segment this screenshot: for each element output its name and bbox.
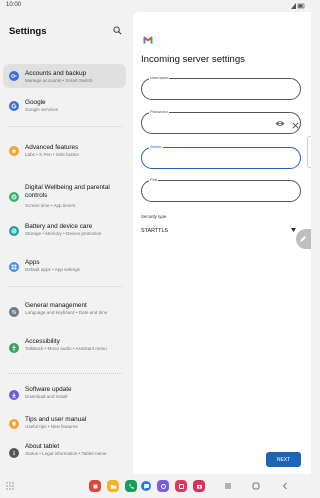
phone-icon[interactable] [125,480,137,492]
settings-item-accessibility[interactable]: Accessibility TalkBack • Mono audio • As… [3,334,126,364]
edge-panel-handle[interactable] [307,136,311,168]
pink-app-icon[interactable] [175,480,187,492]
settings-item-digital-wellbeing[interactable]: Digital Wellbeing and parental controls … [3,183,126,213]
port-label: Port [149,177,159,182]
recents-icon[interactable] [224,482,232,490]
settings-item-title: Accessibility [25,338,60,345]
divider [9,286,122,287]
incoming-server-panel: Incoming server settings Username Passwo… [133,12,311,474]
settings-item-title: Advanced features [25,144,79,151]
settings-item-subtitle: Screen time • App timers [25,203,76,208]
settings-item-about-tablet[interactable]: About tablet Status • Legal information … [3,442,126,470]
settings-item-title: Tips and user manual [25,416,87,423]
pencil-icon [300,236,306,242]
security-type-label: Security type [141,214,167,219]
settings-item-subtitle: Manage accounts • Smart Switch [25,78,93,83]
settings-item-subtitle: Language and keyboard • Date and time [25,310,108,315]
edit-button[interactable] [296,229,311,249]
settings-item-subtitle: Useful tips • New features [25,424,78,429]
settings-item-title: Google [25,99,46,106]
settings-pane: Settings Accounts and backup Manage acco… [0,12,133,474]
apps-grid-icon[interactable] [6,482,14,490]
settings-item-apps[interactable]: Apps Default apps • App settings [3,258,126,280]
security-type-select[interactable]: STARTTLS [141,228,168,234]
settings-item-title: Accounts and backup [25,70,87,77]
software-update-icon [9,390,19,400]
divider [9,373,122,374]
status-bar: 10:00 [0,0,311,12]
lightbulb-icon [9,419,19,429]
settings-item-title: Software update [25,386,72,393]
status-time: 10:00 [6,2,22,8]
settings-item-subtitle: Download and install [25,394,68,399]
settings-item-software-update[interactable]: Software update Download and install [3,385,126,407]
accessibility-icon [9,343,19,353]
server-label: Server [149,144,163,149]
signal-battery-icon [291,3,305,9]
settings-item-title: Digital Wellbeing and parental controls [25,184,110,199]
settings-item-title: Battery and device care [25,223,93,230]
settings-item-accounts-backup[interactable]: Accounts and backup Manage accounts • Sm… [3,64,126,88]
settings-item-google[interactable]: Google Google services [3,94,126,116]
home-icon[interactable] [252,482,260,490]
settings-item-title: About tablet [25,443,60,450]
star-plus-icon [9,146,19,156]
messages-icon[interactable] [141,481,151,491]
sliders-icon [9,307,19,317]
username-field[interactable]: Username [141,75,301,100]
divider [9,126,122,127]
settings-item-tips-manual[interactable]: Tips and user manual Useful tips • New f… [3,415,126,437]
apps-grid-icon [9,262,19,272]
navigation-bar [0,474,311,498]
back-icon[interactable] [281,482,289,490]
settings-item-subtitle: Status • Legal information • Tablet name [25,451,107,456]
settings-item-subtitle: TalkBack • Mono audio • Assistant menu [25,346,107,351]
key-icon [9,71,19,81]
google-g-icon [9,101,19,111]
folder-icon[interactable] [107,480,119,492]
settings-item-battery-device-care[interactable]: Battery and device care Storage • Memory… [3,220,126,250]
app-red-icon[interactable] [89,480,101,492]
settings-item-title: General management [25,302,87,309]
password-label: Password [149,109,169,114]
settings-item-subtitle: Default apps • App settings [25,267,80,272]
device-care-icon [9,226,19,236]
server-field[interactable]: Server [141,144,301,169]
purple-app-icon[interactable] [157,480,169,492]
info-icon [9,448,19,458]
wellbeing-icon [9,192,19,202]
settings-item-subtitle: Labs • S Pen • Side button [25,152,80,157]
settings-item-title: Apps [25,259,40,266]
gmail-icon [143,36,153,44]
eye-icon[interactable] [275,120,285,127]
username-label: Username [149,75,170,80]
settings-item-general-management[interactable]: General management Language and keyboard… [3,298,126,328]
next-button[interactable]: NEXT [266,452,301,467]
settings-item-subtitle: Storage • Memory • Device protection [25,231,102,236]
port-field[interactable]: Port [141,177,301,202]
panel-title: Incoming server settings [141,54,245,65]
camera-icon[interactable] [193,480,205,492]
chevron-down-icon[interactable] [291,228,296,232]
settings-item-advanced-features[interactable]: Advanced features Labs • S Pen • Side bu… [3,140,126,162]
settings-item-subtitle: Google services [25,107,58,112]
close-icon[interactable] [292,122,299,129]
page-title: Settings [9,26,47,37]
search-icon[interactable] [113,26,122,35]
